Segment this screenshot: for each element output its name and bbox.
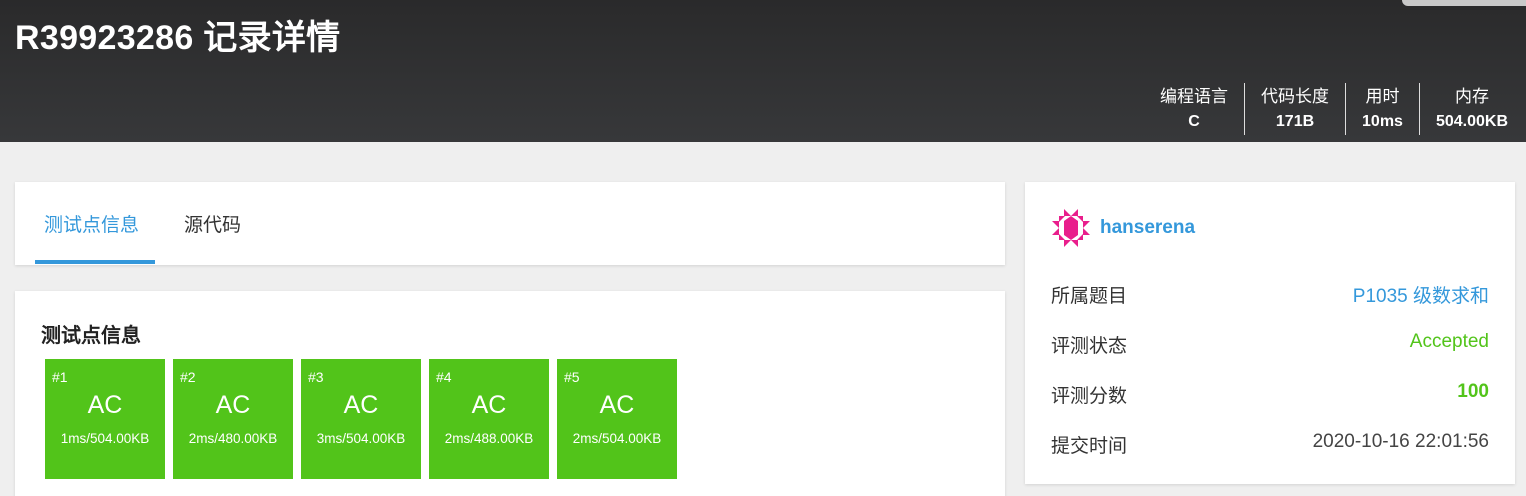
header-corner-decoration — [1402, 0, 1526, 6]
stat-value: 10ms — [1362, 113, 1403, 130]
testcase-tile[interactable]: #1 AC 1ms/504.00KB — [45, 359, 165, 479]
active-tab-indicator — [35, 260, 155, 264]
testcase-status: AC — [599, 391, 635, 419]
info-row-submit-time: 提交时间 2020-10-16 22:01:56 — [1051, 431, 1489, 458]
judge-status: Accepted — [1409, 331, 1489, 352]
testcase-meta: 2ms/480.00KB — [188, 431, 278, 446]
record-stats: 编程语言 C 代码长度 171B 用时 10ms 内存 504.00KB — [1160, 83, 1508, 135]
testcase-meta: 2ms/504.00KB — [572, 431, 662, 446]
testcase-list: #1 AC 1ms/504.00KB #2 AC 2ms/480.00KB #3… — [45, 359, 677, 479]
testcase-meta: 1ms/504.00KB — [60, 431, 150, 446]
testcase-status: AC — [215, 391, 251, 419]
testcase-tile[interactable]: #4 AC 2ms/488.00KB — [429, 359, 549, 479]
avatar[interactable] — [1051, 208, 1091, 248]
page-title: R39923286 记录详情 — [15, 19, 341, 57]
stat-label: 内存 — [1454, 87, 1489, 106]
info-label: 所属题目 — [1051, 286, 1128, 307]
testcase-card: 测试点信息 #1 AC 1ms/504.00KB #2 AC 2ms/480.0… — [15, 291, 1005, 496]
testcase-meta: 3ms/504.00KB — [316, 431, 406, 446]
stat-value: 504.00KB — [1435, 113, 1508, 130]
testcase-tile[interactable]: #3 AC 3ms/504.00KB — [301, 359, 421, 479]
problem-link[interactable]: P1035 级数求和 — [1353, 281, 1489, 308]
record-info-card: hanserena 所属题目 P1035 级数求和 评测状态 Accepted … — [1025, 182, 1515, 484]
testcase-tile[interactable]: #2 AC 2ms/480.00KB — [173, 359, 293, 479]
username-link[interactable]: hanserena — [1100, 217, 1195, 239]
stat-label: 用时 — [1365, 87, 1400, 106]
testcase-status: AC — [471, 391, 507, 419]
judge-score: 100 — [1457, 381, 1489, 402]
info-row-status: 评测状态 Accepted — [1051, 331, 1489, 358]
info-label: 评测分数 — [1051, 386, 1128, 407]
user-row: hanserena — [1051, 208, 1195, 248]
stat-language: 编程语言 C — [1160, 83, 1244, 135]
info-row-score: 评测分数 100 — [1051, 381, 1489, 408]
testcase-status: AC — [87, 391, 123, 419]
stat-label: 编程语言 — [1160, 87, 1229, 106]
testcase-status: AC — [343, 391, 379, 419]
submit-time: 2020-10-16 22:01:56 — [1312, 431, 1489, 452]
info-label: 提交时间 — [1051, 436, 1128, 457]
stat-time: 用时 10ms — [1345, 83, 1419, 135]
stat-value: 171B — [1275, 113, 1315, 130]
stat-label: 代码长度 — [1261, 87, 1330, 106]
testcase-tile[interactable]: #5 AC 2ms/504.00KB — [557, 359, 677, 479]
tabs-card: 测试点信息 源代码 — [15, 182, 1005, 265]
testcase-id: #3 — [308, 369, 324, 385]
testcase-meta: 2ms/488.00KB — [444, 431, 534, 446]
stat-code-length: 代码长度 171B — [1244, 83, 1345, 135]
page-header: R39923286 记录详情 编程语言 C 代码长度 171B 用时 10ms … — [0, 0, 1526, 142]
tab-source-code[interactable]: 源代码 — [184, 210, 241, 237]
testcase-id: #2 — [180, 369, 196, 385]
info-label: 评测状态 — [1051, 336, 1128, 357]
stat-memory: 内存 504.00KB — [1418, 83, 1508, 135]
testcase-id: #4 — [436, 369, 452, 385]
tab-testcase-info[interactable]: 测试点信息 — [44, 210, 139, 237]
info-row-problem: 所属题目 P1035 级数求和 — [1051, 281, 1489, 308]
stat-value: C — [1188, 113, 1200, 130]
testcase-id: #5 — [564, 369, 580, 385]
testcase-id: #1 — [52, 369, 68, 385]
section-title: 测试点信息 — [41, 325, 141, 347]
